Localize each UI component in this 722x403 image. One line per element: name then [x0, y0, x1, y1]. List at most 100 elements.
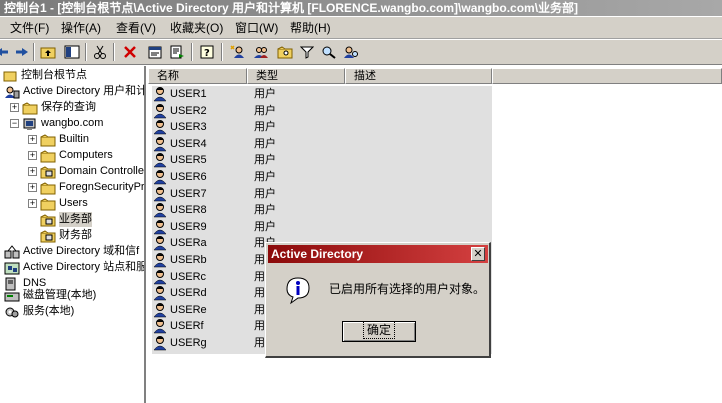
user-type: 用	[254, 254, 265, 266]
delete-icon[interactable]	[120, 42, 140, 62]
dialog-title: Active Directory	[271, 247, 364, 261]
user-type: 用户	[254, 137, 276, 150]
folder-icon	[40, 149, 56, 162]
ou-folder-icon	[40, 213, 56, 226]
ad-sites-icon	[4, 262, 20, 274]
tree-item-ad-sites[interactable]: Active Directory 站点和服	[4, 260, 144, 275]
dialog-title-bar: Active Directory ✕	[268, 245, 488, 263]
table-row[interactable]: USER3 用户	[152, 119, 492, 135]
column-header-type[interactable]: 类型	[247, 68, 345, 84]
tree-item-business-dept[interactable]: 业务部	[40, 212, 92, 227]
collapse-icon[interactable]: −	[10, 119, 19, 128]
column-header-name[interactable]: 名称	[148, 68, 247, 84]
ok-button[interactable]: 确定	[342, 321, 416, 342]
table-row[interactable]: USER7 用户	[152, 186, 492, 202]
table-row[interactable]: USER1 用户	[152, 86, 492, 102]
user-icon	[153, 319, 167, 334]
close-button[interactable]: ✕	[471, 247, 485, 261]
user-type: 用户	[254, 171, 276, 183]
ad-users-icon	[5, 86, 20, 98]
tree-item-finance-dept[interactable]: 财务部	[40, 228, 92, 243]
user-name: USERc	[170, 270, 207, 283]
table-row[interactable]: USER2 用户	[152, 103, 492, 119]
tree-item-aduc[interactable]: Active Directory 用户和计	[4, 84, 144, 99]
properties-icon[interactable]	[145, 42, 165, 62]
column-header-description[interactable]: 描述	[345, 68, 492, 84]
console-tree: 控制台根节点 Active Directory 用户和计 + 保存的查询 − w…	[0, 66, 146, 403]
expand-icon[interactable]: +	[28, 199, 37, 208]
tree-item-ad-domains[interactable]: Active Directory 域和信f	[4, 244, 139, 259]
export-icon[interactable]	[167, 42, 187, 62]
user-name: USER4	[170, 137, 207, 150]
tree-item-foreign-security[interactable]: + ForegnSecurityPr	[28, 180, 144, 195]
filter-icon[interactable]	[297, 42, 317, 62]
folder-icon	[40, 181, 56, 194]
user-type: 用户	[254, 104, 276, 117]
expand-icon[interactable]: +	[28, 135, 37, 144]
user-icon	[153, 170, 167, 185]
menu-file[interactable]: 文件(F)	[10, 21, 49, 35]
user-type: 用户	[254, 204, 276, 217]
info-icon	[286, 277, 310, 305]
menu-window[interactable]: 窗口(W)	[235, 21, 278, 35]
find-user-icon[interactable]	[341, 42, 361, 62]
user-icon	[153, 203, 167, 218]
table-row[interactable]: USER8 用户	[152, 202, 492, 218]
menu-bar: 文件(F) 操作(A) 查看(V) 收藏夹(O) 窗口(W) 帮助(H)	[0, 17, 722, 39]
user-name: USERe	[170, 303, 207, 316]
cut-icon[interactable]	[90, 42, 110, 62]
tree-item-builtin[interactable]: + Builtin	[28, 132, 89, 147]
new-user-icon[interactable]	[228, 42, 248, 62]
back-icon[interactable]	[0, 42, 12, 62]
toolbar-separator	[191, 43, 193, 61]
expand-icon[interactable]: +	[28, 183, 37, 192]
table-row[interactable]: USER6 用户	[152, 169, 492, 185]
tree-item-saved-queries[interactable]: + 保存的查询	[10, 100, 96, 115]
user-type: 用户	[254, 220, 276, 233]
menu-action[interactable]: 操作(A)	[61, 21, 101, 35]
up-folder-icon[interactable]	[38, 42, 58, 62]
tree-item-computers[interactable]: + Computers	[28, 148, 113, 163]
tree-item-services[interactable]: 服务(本地)	[4, 304, 74, 319]
menu-favorites[interactable]: 收藏夹(O)	[170, 21, 223, 35]
find-icon[interactable]	[319, 42, 339, 62]
user-name: USER7	[170, 187, 207, 200]
tree-item-users[interactable]: + Users	[28, 196, 88, 211]
domain-icon	[23, 118, 36, 130]
user-icon	[153, 186, 167, 201]
user-name: USER8	[170, 204, 207, 217]
table-row[interactable]: USER9 用户	[152, 219, 492, 235]
user-name: USER9	[170, 220, 207, 233]
tree-item-domain-controllers[interactable]: + Domain Controller	[28, 164, 144, 179]
menu-help[interactable]: 帮助(H)	[290, 21, 331, 35]
user-icon	[153, 253, 167, 268]
user-name: USERf	[170, 320, 204, 333]
user-icon	[153, 153, 167, 168]
new-group-icon[interactable]	[251, 42, 271, 62]
table-row[interactable]: USER5 用户	[152, 152, 492, 168]
user-type: 用	[254, 337, 265, 349]
tree-item-domain[interactable]: − wangbo.com	[10, 116, 103, 131]
user-icon	[153, 103, 167, 118]
tree-item-disk-management[interactable]: 磁盘管理(本地)	[4, 288, 96, 303]
new-ou-icon[interactable]	[275, 42, 295, 62]
console-root-icon	[3, 71, 17, 81]
ou-folder-icon	[40, 165, 56, 178]
user-type: 用户	[254, 88, 276, 100]
show-tree-icon[interactable]	[62, 42, 82, 62]
user-name: USER6	[170, 171, 207, 183]
help-icon[interactable]: ?	[197, 42, 217, 62]
user-icon	[153, 219, 167, 235]
user-type: 用	[254, 320, 265, 333]
ad-domains-icon	[4, 244, 20, 258]
forward-icon[interactable]	[12, 42, 32, 62]
menu-view[interactable]: 查看(V)	[116, 21, 156, 35]
table-row[interactable]: USER4 用户	[152, 136, 492, 152]
tree-root[interactable]: 控制台根节点	[2, 68, 87, 83]
expand-icon[interactable]: +	[28, 167, 37, 176]
user-icon	[153, 336, 167, 351]
expand-icon[interactable]: +	[10, 103, 19, 112]
toolbar-separator	[85, 43, 87, 61]
expand-icon[interactable]: +	[28, 151, 37, 160]
user-icon	[153, 136, 167, 152]
